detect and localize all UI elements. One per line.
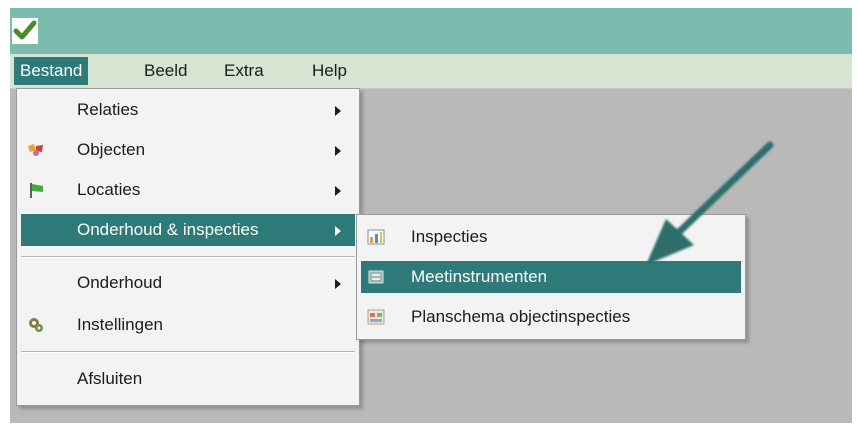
- menu-help[interactable]: Help: [306, 57, 353, 85]
- menu-item-label: Relaties: [77, 100, 139, 119]
- inspection-report-icon: [367, 229, 385, 245]
- menu-item-afsluiten[interactable]: Afsluiten: [21, 363, 355, 395]
- annotation-arrow-icon: [646, 141, 774, 265]
- menu-item-instellingen[interactable]: Instellingen: [21, 309, 355, 341]
- checkmark-icon[interactable]: [12, 18, 38, 44]
- submenu-arrow-icon: [335, 106, 341, 116]
- schedule-icon: [367, 309, 385, 325]
- menu-separator: [21, 351, 355, 353]
- menu-item-relaties[interactable]: Relaties: [21, 94, 355, 126]
- menu-beeld[interactable]: Beeld: [138, 57, 193, 85]
- submenu-arrow-icon: [335, 226, 341, 236]
- menu-item-locaties[interactable]: Locaties: [21, 174, 355, 206]
- settings-gears-icon: [29, 318, 43, 332]
- application-window: Bestand Beeld Extra Help Relaties Object…: [10, 8, 852, 423]
- bestand-dropdown-menu: Relaties Objecten Locaties Onderhoud & i…: [16, 88, 360, 406]
- measuring-instrument-icon: [368, 270, 384, 284]
- menu-item-label: Locaties: [77, 180, 141, 199]
- menu-bestand[interactable]: Bestand: [14, 57, 89, 85]
- location-flag-icon: [30, 183, 43, 198]
- menu-item-onderhoud-inspecties[interactable]: Onderhoud & inspecties: [21, 214, 355, 246]
- menu-item-label: Meetinstrumenten: [411, 267, 548, 286]
- menu-item-label: Instellingen: [77, 315, 164, 334]
- menu-item-label: Onderhoud & inspecties: [77, 220, 259, 239]
- menu-item-label: Inspecties: [411, 227, 488, 246]
- menu-item-label: Planschema objectinspecties: [411, 307, 631, 326]
- submenu-arrow-icon: [335, 279, 341, 289]
- menu-bar: Bestand Beeld Extra Help: [10, 54, 852, 89]
- objects-icon: [28, 144, 43, 156]
- menu-item-onderhoud[interactable]: Onderhoud: [21, 267, 355, 299]
- submenu-item-planschema[interactable]: Planschema objectinspecties: [361, 301, 741, 333]
- menu-extra[interactable]: Extra: [218, 57, 270, 85]
- menu-item-label: Afsluiten: [77, 369, 143, 388]
- menu-item-label: Onderhoud: [77, 273, 163, 292]
- submenu-arrow-icon: [335, 146, 341, 156]
- submenu-arrow-icon: [335, 186, 341, 196]
- menu-item-label: Objecten: [77, 140, 146, 159]
- menu-separator: [21, 256, 355, 258]
- menu-item-objecten[interactable]: Objecten: [21, 134, 355, 166]
- title-bar: [10, 8, 852, 54]
